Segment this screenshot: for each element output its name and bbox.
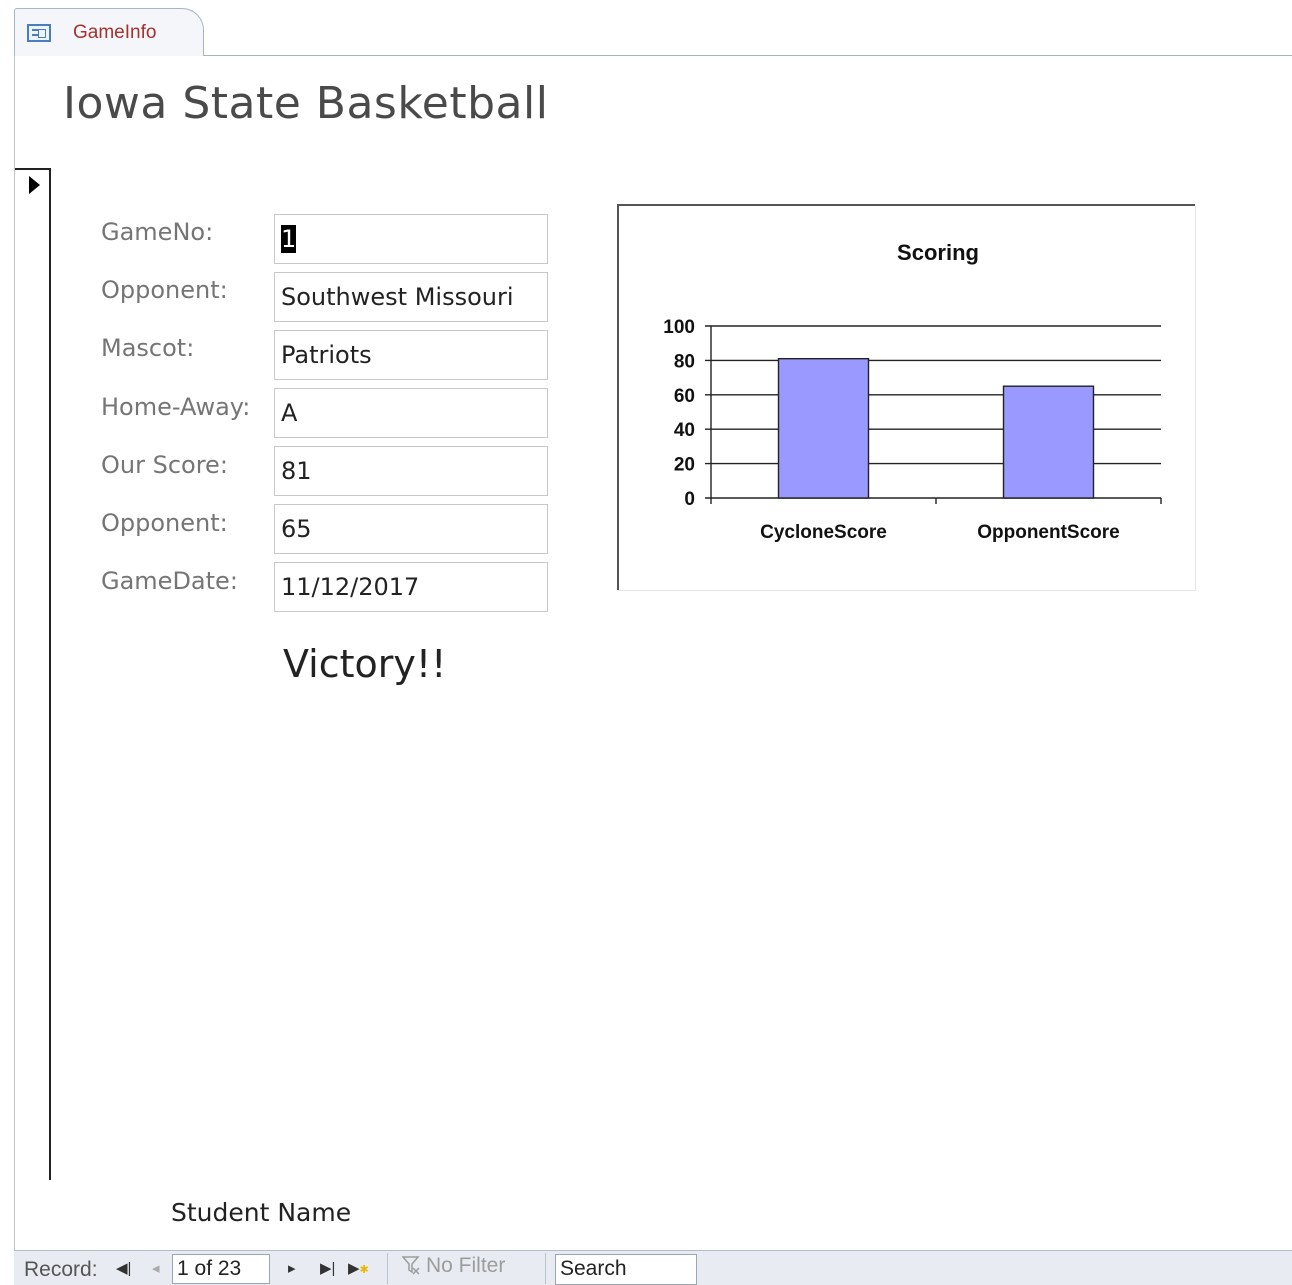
home-away-field[interactable]: A bbox=[274, 388, 548, 438]
new-record-icon[interactable]: ▶✱ bbox=[348, 1259, 369, 1277]
gamedate-label: GameDate: bbox=[101, 567, 238, 595]
y-tick-label: 0 bbox=[684, 489, 695, 510]
our-score-field[interactable]: 81 bbox=[274, 446, 548, 496]
tab-label: GameInfo bbox=[73, 22, 157, 43]
x-tick-label: OpponentScore bbox=[977, 522, 1120, 543]
opponent-score-field[interactable]: 65 bbox=[274, 504, 548, 554]
opponent-score-label: Opponent: bbox=[101, 509, 228, 537]
search-input[interactable]: Search bbox=[555, 1254, 697, 1285]
our-score-label: Our Score: bbox=[101, 451, 228, 479]
filter-icon bbox=[402, 1256, 420, 1275]
y-tick-label: 60 bbox=[674, 386, 695, 407]
y-tick-label: 40 bbox=[674, 420, 695, 441]
form-area: Iowa State Basketball GameNo: Opponent: … bbox=[14, 56, 1292, 1250]
previous-record-icon[interactable]: ◂ bbox=[152, 1259, 160, 1277]
gameno-value: 1 bbox=[281, 225, 297, 253]
mascot-label: Mascot: bbox=[101, 334, 195, 362]
record-label: Record: bbox=[24, 1258, 98, 1281]
first-record-icon[interactable]: ◀| bbox=[116, 1259, 131, 1277]
chart-title: Scoring bbox=[897, 240, 979, 265]
bar-cyclonescore bbox=[777, 357, 870, 499]
opponent-field[interactable]: Southwest Missouri bbox=[274, 272, 548, 322]
opponent-label: Opponent: bbox=[101, 276, 228, 304]
bar-opponentscore bbox=[1002, 385, 1095, 499]
document-tab-strip: GameInfo bbox=[14, 8, 1292, 56]
mascot-field[interactable]: Patriots bbox=[274, 330, 548, 380]
record-navigation-bar: Record: ◀| ◂ 1 of 23 ▸ ▶| ▶✱ No Filter S… bbox=[14, 1250, 1292, 1285]
result-text: Victory!! bbox=[283, 642, 447, 686]
record-selector[interactable] bbox=[15, 168, 51, 1180]
y-tick-label: 20 bbox=[674, 455, 695, 476]
no-filter-button[interactable]: No Filter bbox=[402, 1254, 505, 1284]
no-filter-label: No Filter bbox=[426, 1254, 506, 1277]
gameno-label: GameNo: bbox=[101, 218, 214, 246]
last-record-icon[interactable]: ▶| bbox=[320, 1259, 335, 1277]
nav-separator bbox=[387, 1253, 388, 1284]
gameno-field[interactable]: 1 bbox=[274, 214, 548, 264]
gamedate-field[interactable]: 11/12/2017 bbox=[274, 562, 548, 612]
scoring-chart[interactable]: Scoring 0 20 40 60 80 100 CycloneScore OpponentS… bbox=[617, 204, 1195, 590]
tab-gameinfo[interactable]: GameInfo bbox=[14, 8, 204, 56]
nav-separator bbox=[545, 1253, 546, 1284]
y-tick-label: 100 bbox=[663, 317, 695, 338]
next-record-icon[interactable]: ▸ bbox=[288, 1259, 296, 1277]
student-name-label: Student Name bbox=[171, 1198, 352, 1227]
y-tick-label: 80 bbox=[674, 351, 695, 372]
record-position-input[interactable]: 1 of 23 bbox=[172, 1254, 270, 1284]
form-icon bbox=[27, 24, 51, 42]
x-tick-label: CycloneScore bbox=[760, 522, 887, 543]
page-title: Iowa State Basketball bbox=[63, 78, 549, 129]
chart-canvas: Scoring 0 20 40 60 80 100 CycloneScore OpponentS… bbox=[663, 240, 1162, 543]
home-away-label: Home-Away: bbox=[101, 393, 251, 421]
current-record-arrow-icon bbox=[29, 176, 40, 194]
